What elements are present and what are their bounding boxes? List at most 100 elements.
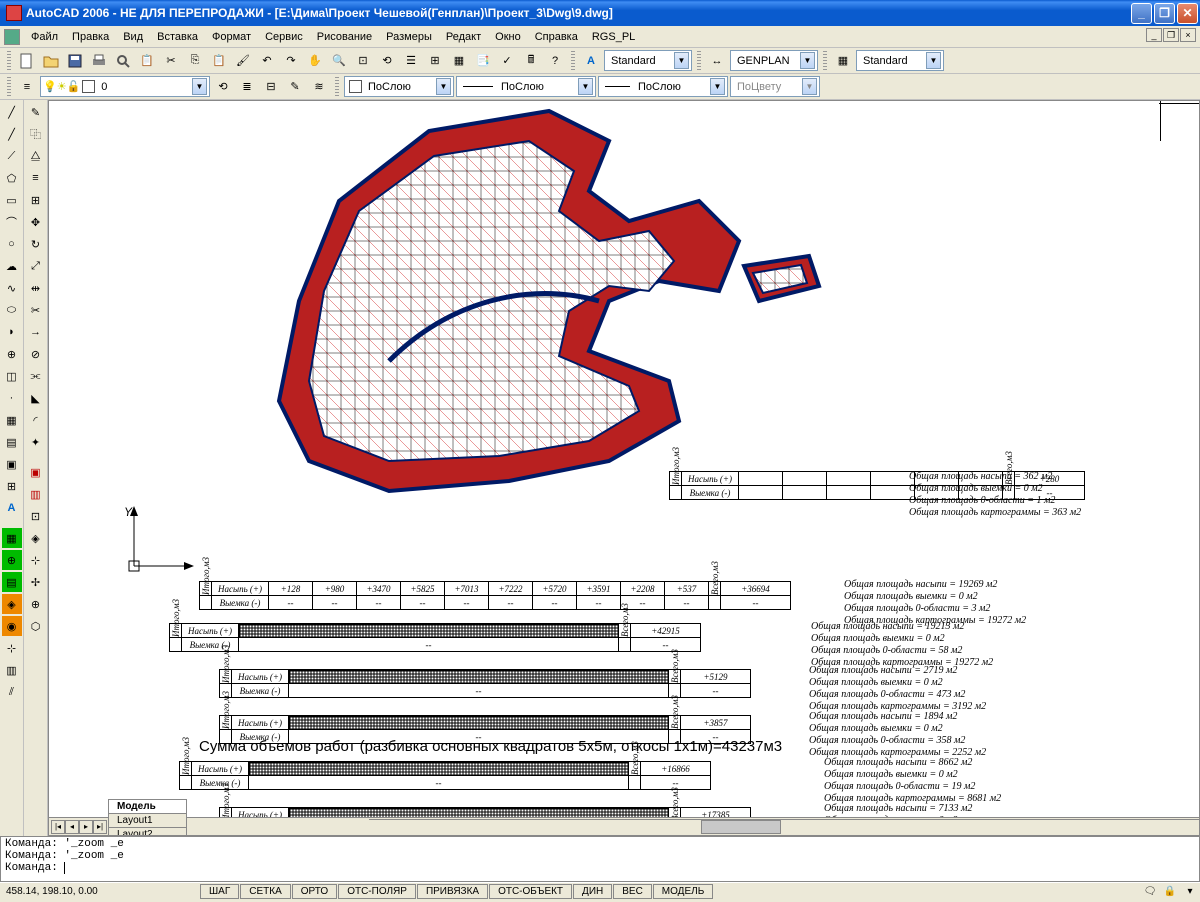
rgs5-icon[interactable]: ◉: [2, 616, 22, 636]
line-icon[interactable]: ╱: [2, 102, 22, 122]
point-icon[interactable]: ·: [2, 388, 22, 408]
sheetset-button[interactable]: 📑: [472, 50, 494, 72]
calc-button[interactable]: 🖩: [520, 50, 542, 72]
xline-icon[interactable]: ╱: [2, 124, 22, 144]
rgsm5-icon[interactable]: ⊹: [26, 550, 46, 570]
tablestyle-combo[interactable]: Standard▼: [856, 50, 944, 71]
markup-button[interactable]: ✓: [496, 50, 518, 72]
menu-рисование[interactable]: Рисование: [310, 29, 379, 45]
status-ДИН[interactable]: ДИН: [573, 884, 612, 899]
chamfer-icon[interactable]: ◣: [26, 388, 46, 408]
hatch-icon[interactable]: ▦: [2, 410, 22, 430]
comm-icon[interactable]: 🗨: [1140, 882, 1160, 902]
ellipsearc-icon[interactable]: ◗: [2, 322, 22, 342]
block-icon[interactable]: ◫: [2, 366, 22, 386]
rgsm6-icon[interactable]: ✢: [26, 572, 46, 592]
menu-файл[interactable]: Файл: [24, 29, 65, 45]
tab-модель[interactable]: Модель: [108, 799, 187, 813]
preview-button[interactable]: [112, 50, 134, 72]
rgsm1-icon[interactable]: ▣: [26, 462, 46, 482]
rgs6-icon[interactable]: ⊹: [2, 638, 22, 658]
tab-first[interactable]: |◂: [51, 820, 65, 834]
rectangle-icon[interactable]: ▭: [2, 190, 22, 210]
paste-button[interactable]: 📋: [208, 50, 230, 72]
textstyle-combo[interactable]: Standard▼: [604, 50, 692, 71]
rgs8-icon[interactable]: ⫽: [2, 682, 22, 702]
zoom-window-button[interactable]: ⊡: [352, 50, 374, 72]
status-ПРИВЯЗКА[interactable]: ПРИВЯЗКА: [417, 884, 488, 899]
layermake-button[interactable]: ✎: [284, 76, 306, 98]
menu-вставка[interactable]: Вставка: [150, 29, 205, 45]
menu-правка[interactable]: Правка: [65, 29, 116, 45]
layermatch-button[interactable]: ≋: [308, 76, 330, 98]
toolbar-grip[interactable]: [823, 51, 827, 71]
status-ОРТО[interactable]: ОРТО: [292, 884, 337, 899]
layermgr-button[interactable]: ≡: [16, 76, 38, 98]
toolbar-grip[interactable]: [571, 51, 575, 71]
tablestyle-icon[interactable]: ▦: [832, 50, 854, 72]
polygon-icon[interactable]: ⬠: [2, 168, 22, 188]
toolbar-grip[interactable]: [7, 51, 11, 71]
arc-icon[interactable]: ⌒: [2, 212, 22, 232]
toolpalette-button[interactable]: ▦: [448, 50, 470, 72]
menu-rgs_pl[interactable]: RGS_PL: [585, 29, 642, 45]
save-button[interactable]: [64, 50, 86, 72]
stretch-icon[interactable]: ⇹: [26, 278, 46, 298]
ellipse-icon[interactable]: ⬭: [2, 300, 22, 320]
menu-справка[interactable]: Справка: [528, 29, 585, 45]
menu-формат[interactable]: Формат: [205, 29, 258, 45]
maximize-button[interactable]: ❐: [1154, 3, 1175, 24]
layerstate-button[interactable]: ≣: [236, 76, 258, 98]
open-button[interactable]: [40, 50, 62, 72]
status-ШАГ[interactable]: ШАГ: [200, 884, 239, 899]
mdi-restore[interactable]: ❐: [1163, 28, 1179, 42]
move-icon[interactable]: ✥: [26, 212, 46, 232]
fillet-icon[interactable]: ◜: [26, 410, 46, 430]
status-ОТС-ПОЛЯР[interactable]: ОТС-ПОЛЯР: [338, 884, 416, 899]
layerprev-button[interactable]: ⟲: [212, 76, 234, 98]
spline-icon[interactable]: ∿: [2, 278, 22, 298]
circle-icon[interactable]: ○: [2, 234, 22, 254]
command-window[interactable]: Команда: '_zoom _eКоманда: '_zoom _e Ком…: [0, 836, 1200, 882]
rgsm8-icon[interactable]: ⬡: [26, 616, 46, 636]
tab-next[interactable]: ▸: [79, 820, 93, 834]
redo-button[interactable]: ↷: [280, 50, 302, 72]
linetype-combo[interactable]: ПоСлою▼: [456, 76, 596, 97]
gradient-icon[interactable]: ▤: [2, 432, 22, 452]
offset-icon[interactable]: ≡: [26, 168, 46, 188]
color-combo[interactable]: ПоСлою▼: [344, 76, 454, 97]
toolbar-grip[interactable]: [7, 77, 11, 97]
copy-obj-icon[interactable]: ⿻: [26, 124, 46, 144]
status-ВЕС[interactable]: ВЕС: [613, 884, 652, 899]
menu-окно[interactable]: Окно: [488, 29, 528, 45]
help-button[interactable]: ?: [544, 50, 566, 72]
rgsm4-icon[interactable]: ◈: [26, 528, 46, 548]
layeriso-button[interactable]: ⊟: [260, 76, 282, 98]
region-icon[interactable]: ▣: [2, 454, 22, 474]
rgsm3-icon[interactable]: ⊡: [26, 506, 46, 526]
status-ОТС-ОБЪЕКТ[interactable]: ОТС-ОБЪЕКТ: [489, 884, 572, 899]
polyline-icon[interactable]: ⟋: [2, 146, 22, 166]
rotate-icon[interactable]: ↻: [26, 234, 46, 254]
toolbar-grip[interactable]: [697, 51, 701, 71]
lineweight-combo[interactable]: ПоСлою▼: [598, 76, 728, 97]
dimstyle-combo[interactable]: GENPLAN▼: [730, 50, 818, 71]
table-icon[interactable]: ⊞: [2, 476, 22, 496]
minimize-button[interactable]: _: [1131, 3, 1152, 24]
insert-icon[interactable]: ⊕: [2, 344, 22, 364]
rgs2-icon[interactable]: ⊕: [2, 550, 22, 570]
designcenter-button[interactable]: ⊞: [424, 50, 446, 72]
tray-icon[interactable]: ▾: [1180, 882, 1200, 902]
pan-button[interactable]: ✋: [304, 50, 326, 72]
array-icon[interactable]: ⊞: [26, 190, 46, 210]
rgsm7-icon[interactable]: ⊕: [26, 594, 46, 614]
extend-icon[interactable]: →: [26, 322, 46, 342]
tab-layout2[interactable]: Layout2: [108, 827, 187, 837]
menu-сервис[interactable]: Сервис: [258, 29, 310, 45]
tab-last[interactable]: ▸|: [93, 820, 107, 834]
coords-display[interactable]: 458.14, 198.10, 0.00: [0, 885, 200, 898]
mirror-icon[interactable]: ⧋: [26, 146, 46, 166]
drawing-canvas[interactable]: Y Итого,м3Насыпь (+)Всего,м3+280Выемка (…: [48, 100, 1200, 836]
mdi-close[interactable]: ×: [1180, 28, 1196, 42]
menu-размеры[interactable]: Размеры: [379, 29, 439, 45]
